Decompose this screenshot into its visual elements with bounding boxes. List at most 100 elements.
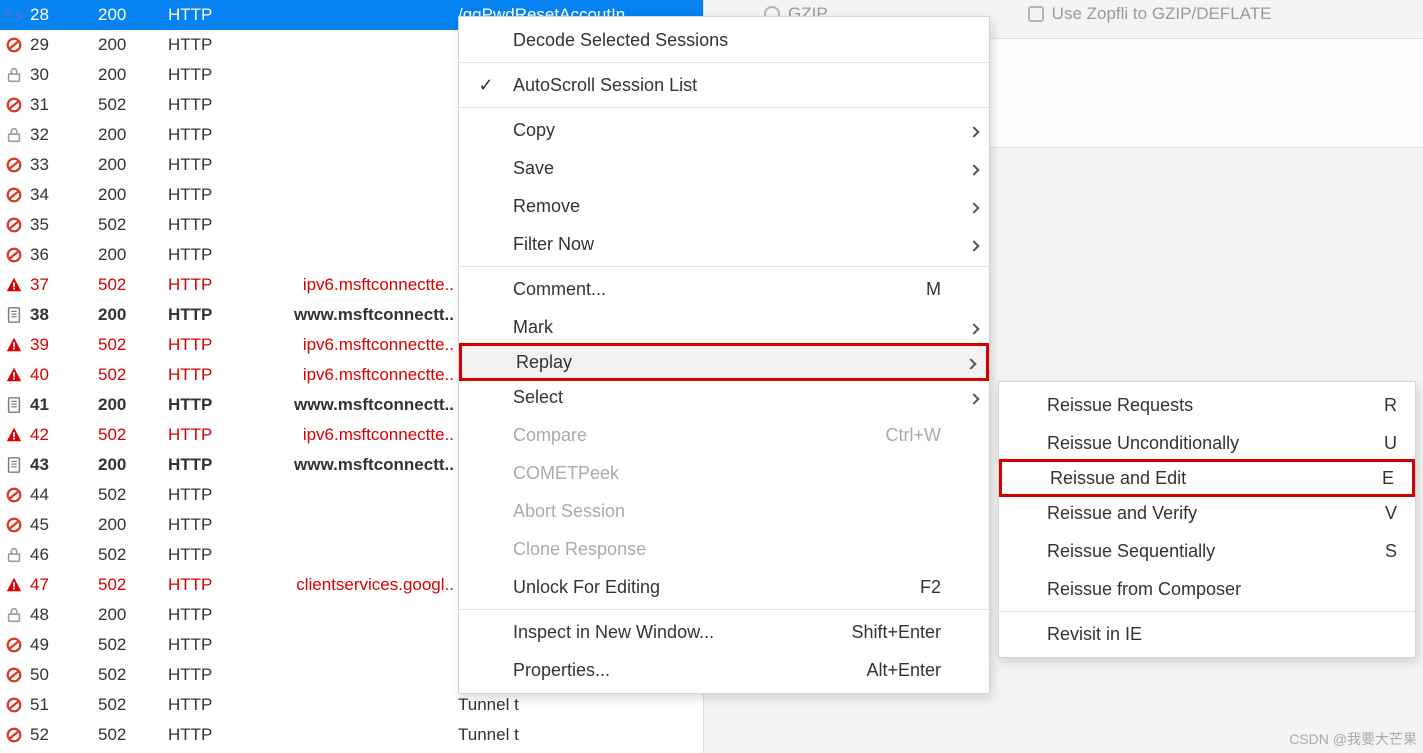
menu-label: Save: [513, 158, 829, 179]
menu-item-unlock-for-editing[interactable]: Unlock For Editing F2: [459, 568, 989, 606]
replay-submenu[interactable]: Reissue Requests R Reissue Unconditional…: [998, 381, 1416, 658]
session-url: Tunnel t: [458, 725, 703, 745]
blocked-icon: [0, 516, 28, 534]
submenu-item-reissue-sequentially[interactable]: Reissue Sequentially S: [999, 532, 1415, 570]
menu-item-cometpeek: COMETPeek: [459, 454, 989, 492]
session-id: 36: [28, 245, 98, 265]
submenu-arrow-icon: [959, 196, 989, 217]
session-id: 40: [28, 365, 98, 385]
session-protocol: HTTP: [168, 185, 268, 205]
menu-item-save[interactable]: Save: [459, 149, 989, 187]
submenu-accelerator: E: [1354, 468, 1412, 489]
session-row[interactable]: 52 502 HTTP Tunnel t: [0, 720, 703, 750]
session-protocol: HTTP: [168, 215, 268, 235]
session-id: 29: [28, 35, 98, 55]
submenu-accelerator: V: [1357, 503, 1415, 524]
submenu-arrow-icon: [959, 387, 989, 408]
session-result: 200: [98, 455, 168, 475]
menu-item-filter-now[interactable]: Filter Now: [459, 225, 989, 263]
menu-item-abort-session: Abort Session: [459, 492, 989, 530]
session-protocol: HTTP: [168, 155, 268, 175]
menu-item-inspect-in-new-window[interactable]: Inspect in New Window... Shift+Enter: [459, 613, 989, 651]
menu-label: Inspect in New Window...: [513, 622, 829, 643]
context-menu[interactable]: Decode Selected Sessions ✓ AutoScroll Se…: [458, 16, 990, 694]
menu-label: Filter Now: [513, 234, 829, 255]
session-protocol: HTTP: [168, 35, 268, 55]
session-id: 48: [28, 605, 98, 625]
zopfli-checkbox[interactable]: Use Zopfli to GZIP/DEFLATE: [1028, 4, 1272, 24]
session-protocol: HTTP: [168, 455, 268, 475]
submenu-item-revisit-in-ie[interactable]: Revisit in IE: [999, 615, 1415, 653]
session-row[interactable]: 51 502 HTTP Tunnel t: [0, 690, 703, 720]
session-id: 41: [28, 395, 98, 415]
session-result: 200: [98, 65, 168, 85]
session-result: 502: [98, 335, 168, 355]
zopfli-label: Use Zopfli to GZIP/DEFLATE: [1052, 4, 1272, 24]
lock-icon: [0, 66, 28, 84]
menu-label: Decode Selected Sessions: [513, 30, 829, 51]
submenu-item-reissue-unconditionally[interactable]: Reissue Unconditionally U: [999, 424, 1415, 462]
session-result: 200: [98, 245, 168, 265]
submenu-label: Reissue Requests: [1047, 395, 1357, 416]
blocked-icon: [0, 696, 28, 714]
session-result: 502: [98, 635, 168, 655]
session-id: 47: [28, 575, 98, 595]
menu-accelerator: M: [829, 279, 959, 300]
menu-item-select[interactable]: Select: [459, 378, 989, 416]
submenu-item-reissue-from-composer[interactable]: Reissue from Composer: [999, 570, 1415, 608]
session-result: 200: [98, 35, 168, 55]
menu-item-properties[interactable]: Properties... Alt+Enter: [459, 651, 989, 689]
menu-item-replay[interactable]: Replay: [459, 343, 989, 381]
menu-item-decode-selected-sessions[interactable]: Decode Selected Sessions: [459, 21, 989, 59]
menu-label: AutoScroll Session List: [513, 75, 829, 96]
session-protocol: HTTP: [168, 485, 268, 505]
menu-label: Abort Session: [513, 501, 829, 522]
warning-icon: [0, 336, 28, 354]
session-result: 200: [98, 5, 168, 25]
session-result: 502: [98, 695, 168, 715]
menu-label: Mark: [513, 317, 829, 338]
session-result: 502: [98, 425, 168, 445]
session-id: 28: [28, 5, 98, 25]
session-host: www.msftconnectt..: [268, 395, 458, 415]
submenu-accelerator: R: [1357, 395, 1415, 416]
menu-label: Properties...: [513, 660, 829, 681]
menu-item-comment[interactable]: Comment... M: [459, 270, 989, 308]
session-host: www.msftconnectt..: [268, 455, 458, 475]
submenu-item-reissue-and-edit[interactable]: Reissue and Edit E: [999, 459, 1415, 497]
menu-separator: [459, 62, 989, 63]
session-result: 502: [98, 575, 168, 595]
session-id: 51: [28, 695, 98, 715]
menu-label: Select: [513, 387, 829, 408]
blocked-icon: [0, 156, 28, 174]
submenu-item-reissue-requests[interactable]: Reissue Requests R: [999, 386, 1415, 424]
session-protocol: HTTP: [168, 245, 268, 265]
document-icon: [0, 456, 28, 474]
session-id: 49: [28, 635, 98, 655]
session-protocol: HTTP: [168, 275, 268, 295]
menu-item-copy[interactable]: Copy: [459, 111, 989, 149]
session-result: 502: [98, 275, 168, 295]
session-result: 502: [98, 545, 168, 565]
menu-label: Replay: [516, 352, 826, 373]
submenu-item-reissue-and-verify[interactable]: Reissue and Verify V: [999, 494, 1415, 532]
session-protocol: HTTP: [168, 515, 268, 535]
blocked-icon: [0, 486, 28, 504]
session-result: 502: [98, 215, 168, 235]
menu-item-mark[interactable]: Mark: [459, 308, 989, 346]
session-id: 42: [28, 425, 98, 445]
menu-label: Copy: [513, 120, 829, 141]
session-protocol: HTTP: [168, 425, 268, 445]
session-result: 502: [98, 725, 168, 745]
menu-item-remove[interactable]: Remove: [459, 187, 989, 225]
session-protocol: HTTP: [168, 335, 268, 355]
submenu-arrow-icon: [959, 120, 989, 141]
menu-accelerator: Shift+Enter: [829, 622, 959, 643]
warning-icon: [0, 426, 28, 444]
submenu-label: Reissue from Composer: [1047, 579, 1357, 600]
blocked-icon: [0, 216, 28, 234]
watermark: CSDN @我要大芒果: [1289, 729, 1417, 749]
session-id: 44: [28, 485, 98, 505]
session-result: 502: [98, 95, 168, 115]
menu-item-autoscroll-session-list[interactable]: ✓ AutoScroll Session List: [459, 66, 989, 104]
